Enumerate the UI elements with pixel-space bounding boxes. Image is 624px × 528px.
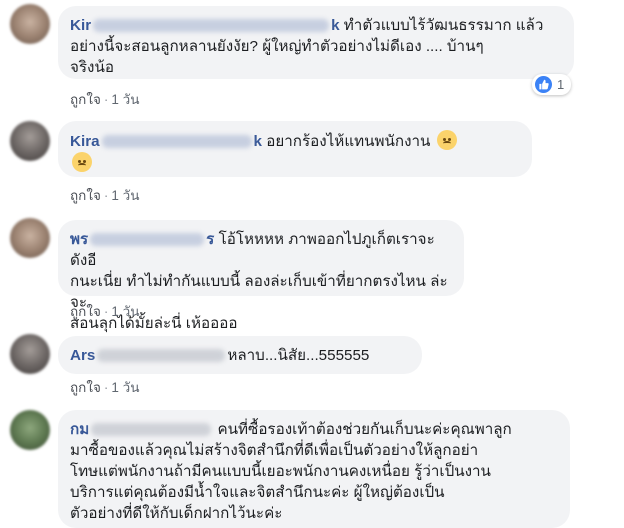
separator: · <box>103 304 109 319</box>
comment-text-line: อย่างนี้จะสอนลูกหลานยังงัย? ผู้ใหญ่ทำตัว… <box>70 38 484 55</box>
comment-bubble: Kir k ทำตัวแบบไร้วัฒนธรรมาก แล้ว อย่างนี้… <box>58 6 574 79</box>
reaction-count-badge[interactable]: 1 <box>532 74 572 95</box>
comment-text-line: อยากร้องไห้แทนพนักงาน <box>266 133 431 150</box>
comment-text-line: หลาบ...นิสัย...555555 <box>227 347 370 364</box>
comment-actions: ถูกใจ · 1 วัน <box>70 300 139 322</box>
comment-timestamp[interactable]: 1 วัน <box>111 304 139 319</box>
like-link[interactable]: ถูกใจ <box>70 92 101 107</box>
comment-author[interactable]: Ars <box>70 347 227 364</box>
avatar[interactable] <box>10 410 50 450</box>
comment-bubble: กม คนที่ซื้อรองเท้าต้องช่วยกันเก็บนะค่ะค… <box>58 410 570 528</box>
thumbs-up-icon <box>535 76 552 93</box>
comment-author[interactable]: กม <box>70 421 213 438</box>
like-link[interactable]: ถูกใจ <box>70 304 101 319</box>
avatar[interactable] <box>10 4 50 44</box>
comment-text-line: คนที่ซื้อรองเท้าต้องช่วยกันเก็บนะค่ะคุณพ… <box>217 421 512 438</box>
comment-bubble: Kira k อยากร้องไห้แทนพนักงาน <box>58 121 532 177</box>
separator: · <box>103 92 109 107</box>
comment-bubble: พรร โอ้โหหหห ภาพออกไปภูเก็ตเราจะดังอี กน… <box>58 220 464 332</box>
like-link[interactable]: ถูกใจ <box>70 380 101 395</box>
comment-text-line: ทำตัวแบบไร้วัฒนธรรมาก แล้ว <box>343 17 544 34</box>
reaction-count: 1 <box>557 77 565 92</box>
avatar[interactable] <box>10 121 50 161</box>
comment-text-line: บริการแต่คุณต้องมีน้ำใจและจิตสำนึกนะค่ะ … <box>70 484 445 501</box>
comment-author[interactable]: Kira k <box>70 133 262 150</box>
sad-face-emoji-icon <box>436 130 457 150</box>
comment-actions: ถูกใจ · 1 วัน <box>70 376 139 398</box>
comment-timestamp[interactable]: 1 วัน <box>111 188 139 203</box>
comment-actions: ถูกใจ · 1 วัน <box>70 88 139 110</box>
comment-text-line: ตัวอย่างที่ดีให้กับเด็กฝากไว้นะค่ะ <box>70 505 283 522</box>
comment-text-line: โทษแต่พนักงานถ้ามีคนแบบนี้เยอะพนักงานคงเ… <box>70 463 491 480</box>
comment-bubble: Ars หลาบ...นิสัย...555555 <box>58 336 422 374</box>
comment-timestamp[interactable]: 1 วัน <box>111 92 139 107</box>
like-link[interactable]: ถูกใจ <box>70 188 101 203</box>
comment-text-line: จริงน้อ <box>70 59 114 76</box>
comment-actions: ถูกใจ · 1 วัน <box>70 184 139 206</box>
separator: · <box>103 380 109 395</box>
separator: · <box>103 188 109 203</box>
avatar[interactable] <box>10 334 50 374</box>
comment-author[interactable]: พรร <box>70 231 214 248</box>
sad-face-emoji-icon <box>72 152 92 172</box>
comment-author[interactable]: Kir k <box>70 17 340 34</box>
comment-timestamp[interactable]: 1 วัน <box>111 380 139 395</box>
comment-text-line: มาซื้อของแล้วคุณไม่สร้างจิตสำนึกที่ดีเพื… <box>70 442 479 459</box>
avatar[interactable] <box>10 218 50 258</box>
